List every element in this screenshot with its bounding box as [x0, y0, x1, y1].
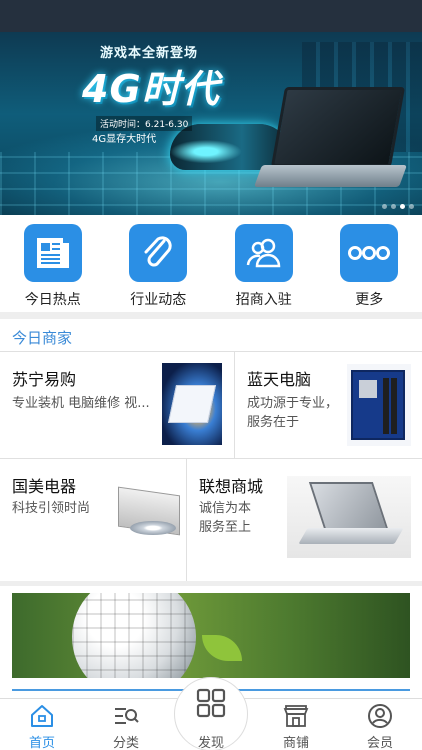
banner-dot[interactable] — [382, 204, 387, 209]
merchant-image — [347, 364, 411, 446]
tab-label: 商铺 — [282, 736, 309, 750]
quicknav-label: 招商入驻 — [235, 292, 292, 308]
merchant-name: 苏宁易购 — [12, 370, 77, 389]
merchant-image — [112, 481, 182, 551]
merchant-name: 蓝天电脑 — [247, 370, 312, 389]
banner-date: 活动时间：6.21-6.30 — [96, 116, 193, 131]
quicknav-label: 更多 — [355, 292, 384, 308]
merchant-card-lenovo[interactable]: 联想商城 诚信为本 服务至上 — [187, 459, 422, 581]
app-screen: 游戏本全新登场 4G时代 活动时间：6.21-6.30 4G显存大时代 今日热点… — [0, 0, 422, 750]
more-dots-icon — [340, 224, 399, 282]
tab-label: 首页 — [28, 736, 55, 750]
merchant-image — [287, 476, 411, 558]
users-icon — [234, 224, 293, 282]
merchants-section: 今日商家 苏宁易购 专业装机 电脑维修 视... 蓝天电脑 成功源于专业，服务在… — [0, 319, 422, 581]
banner-dot[interactable] — [409, 204, 414, 209]
home-icon — [29, 703, 55, 729]
category-search-icon — [113, 703, 139, 729]
merchant-desc: 专业装机 电脑维修 视... — [12, 396, 150, 411]
quick-nav: 今日热点 行业动态 招商入驻 更多 — [0, 215, 422, 312]
quicknav-item-industry-news[interactable]: 行业动态 — [106, 215, 212, 312]
tab-shop[interactable]: 商铺 — [254, 699, 338, 750]
quicknav-item-hot-today[interactable]: 今日热点 — [0, 215, 106, 312]
banner-subtitle: 4G显存大时代 — [92, 134, 157, 145]
merchant-image — [162, 363, 222, 445]
tab-category[interactable]: 分类 — [84, 699, 168, 750]
section-title: 今日商家 — [12, 329, 73, 347]
banner-dot[interactable] — [391, 204, 396, 209]
grid-icon — [196, 688, 226, 718]
merchant-name: 联想商城 — [199, 477, 264, 496]
user-icon — [367, 703, 393, 729]
shop-icon — [283, 703, 309, 729]
status-bar — [0, 0, 422, 32]
tab-home[interactable]: 首页 — [0, 699, 84, 750]
merchant-desc: 成功源于专业，服务在于 — [247, 396, 339, 430]
leaf-image — [202, 635, 242, 661]
banner-headline: 4G时代 — [82, 67, 220, 111]
quicknav-label: 行业动态 — [130, 292, 187, 308]
paperclip-icon — [129, 224, 188, 282]
quicknav-item-merchant-join[interactable]: 招商入驻 — [211, 215, 317, 312]
quicknav-item-more[interactable]: 更多 — [317, 215, 422, 312]
banner-pagination-dots — [382, 204, 414, 209]
tab-label: 会员 — [366, 736, 393, 750]
newspaper-icon — [23, 224, 82, 282]
merchant-name: 国美电器 — [12, 477, 77, 496]
merchant-card-gome[interactable]: 国美电器 科技引领时尚 — [0, 459, 186, 581]
banner-dot-active[interactable] — [400, 204, 405, 209]
tab-label: 分类 — [112, 736, 139, 750]
tab-discover[interactable]: 发现 — [169, 677, 253, 750]
tab-label: 发现 — [197, 736, 224, 750]
keyboard-ball-image — [72, 593, 196, 678]
merchant-desc: 诚信为本 服务至上 — [199, 501, 252, 535]
merchant-desc: 科技引领时尚 — [12, 501, 91, 516]
tab-member[interactable]: 会员 — [338, 699, 422, 750]
promo-banner[interactable]: 游戏本全新登场 4G时代 活动时间：6.21-6.30 4G显存大时代 — [0, 32, 422, 215]
ad-banner-image — [12, 593, 410, 678]
quicknav-label: 今日热点 — [24, 292, 81, 308]
merchant-card-lantian[interactable]: 蓝天电脑 成功源于专业，服务在于 — [235, 352, 422, 458]
banner-laptop-image — [248, 87, 408, 197]
merchant-card-suning[interactable]: 苏宁易购 专业装机 电脑维修 视... — [0, 352, 234, 458]
bottom-tab-bar: 首页 分类 发现 商铺 会员 — [0, 677, 422, 750]
